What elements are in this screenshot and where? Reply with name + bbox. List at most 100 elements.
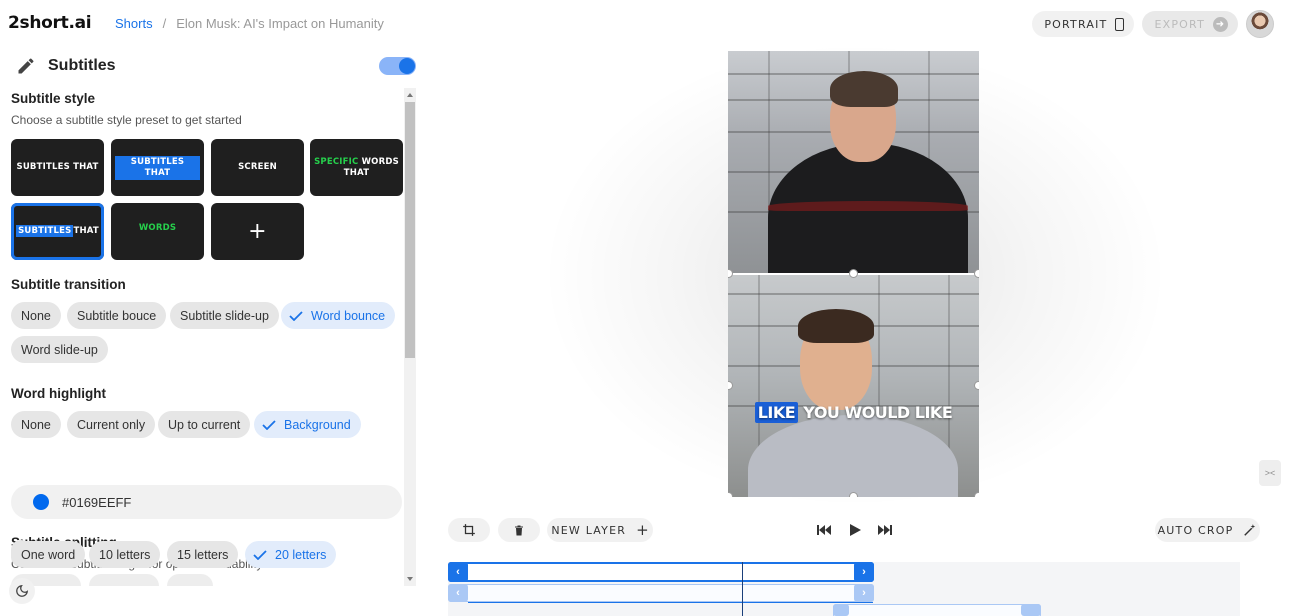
preset-6-text: WORDS — [138, 223, 177, 233]
timeline-subtitle-clip[interactable] — [833, 604, 1041, 616]
highlight-up-to-current[interactable]: Up to current — [158, 411, 251, 438]
split-one-word[interactable]: One word — [11, 541, 86, 568]
crop-button[interactable] — [448, 518, 490, 542]
transition-word-bounce-label: Word bounce — [311, 308, 386, 323]
preset-5[interactable]: SUBTITLES THAT — [11, 203, 104, 260]
skip-forward-button[interactable] — [876, 521, 894, 539]
export-label: EXPORT — [1154, 17, 1205, 31]
transition-word-slide-up[interactable]: Word slide-up — [11, 336, 108, 363]
trash-icon — [515, 525, 523, 535]
user-avatar[interactable] — [1246, 10, 1274, 38]
preset-2-text: SUBTITLES THAT — [115, 155, 200, 180]
play-button[interactable] — [846, 521, 864, 539]
timeline-track-line — [468, 602, 873, 603]
portrait-button[interactable]: PORTRAIT — [1032, 11, 1135, 37]
check-icon — [289, 310, 303, 321]
person-silhouette-2 — [748, 415, 958, 497]
playhead[interactable] — [742, 562, 743, 616]
subtitle-transition-title: Subtitle transition — [11, 277, 126, 292]
caption-highlight-word: LIKE — [754, 402, 799, 423]
track-right-handle[interactable]: › — [854, 562, 874, 582]
video-layer-top[interactable] — [728, 51, 979, 273]
preset-6[interactable]: WORDS — [111, 203, 204, 260]
highlight-background-label: Background — [284, 417, 351, 432]
caption-rest: YOU WOULD LIKE — [803, 403, 953, 422]
export-button[interactable]: EXPORT ➜ — [1142, 11, 1238, 37]
color-value: #0169EEFF — [62, 494, 132, 510]
app-logo[interactable]: 2short.ai — [8, 13, 92, 33]
arrow-right-icon: ➜ — [1213, 16, 1228, 32]
resize-handle[interactable] — [974, 492, 979, 497]
scroll-up-arrow[interactable] — [407, 93, 413, 97]
play-icon — [849, 524, 861, 536]
panel-scroll-area[interactable]: Subtitle style Choose a subtitle style p… — [0, 88, 404, 586]
breadcrumb-shorts-link[interactable]: Shorts — [115, 16, 153, 31]
preset-4-highlight: SPECIFIC — [314, 156, 359, 167]
preset-1[interactable]: SUBTITLES THAT — [11, 139, 104, 196]
resize-handle[interactable] — [849, 269, 858, 278]
phone-icon — [1115, 17, 1125, 31]
expand-side-icon[interactable]: >< — [1259, 460, 1281, 486]
crop-icon — [463, 524, 475, 536]
highlight-background[interactable]: Background — [254, 411, 361, 438]
resize-handle[interactable] — [974, 269, 979, 278]
subtitle-style-subtitle: Choose a subtitle style preset to get st… — [11, 113, 242, 127]
dark-mode-toggle[interactable] — [9, 578, 35, 604]
track-secondary-right-handle[interactable]: › — [854, 584, 874, 602]
subtitle-clip-left-handle[interactable] — [833, 604, 849, 616]
timeline-track-secondary[interactable] — [448, 584, 874, 602]
highlight-none[interactable]: None — [11, 411, 61, 438]
skip-back-icon — [817, 525, 831, 535]
highlight-color-picker[interactable]: #0169EEFF — [11, 485, 402, 519]
preset-4[interactable]: SPECIFIC WORDS THAT — [310, 139, 403, 196]
panel-scrollbar[interactable] — [404, 88, 416, 586]
timeline-track-main[interactable] — [448, 562, 874, 582]
video-layer-bottom[interactable] — [728, 275, 979, 497]
subtitle-caption[interactable]: LIKE YOU WOULD LIKE — [728, 402, 979, 423]
resize-handle[interactable] — [849, 492, 858, 497]
scrollbar-thumb[interactable] — [405, 102, 415, 358]
split-15-letters[interactable]: 15 letters — [167, 541, 239, 568]
preset-5-highlight: SUBTITLES — [16, 225, 74, 237]
breadcrumb-separator: / — [162, 16, 167, 31]
split-20-letters[interactable]: 20 letters — [245, 541, 337, 568]
split-more-chip-3[interactable] — [167, 574, 213, 586]
header-actions: PORTRAIT EXPORT ➜ — [1032, 10, 1274, 38]
split-20-letters-label: 20 letters — [275, 547, 327, 562]
skip-forward-icon — [878, 525, 892, 535]
add-preset-button[interactable]: + — [211, 203, 304, 260]
plus-icon: + — [248, 219, 267, 244]
panel-title: Subtitles — [48, 57, 116, 74]
transition-subtitle-slide-up[interactable]: Subtitle slide-up — [170, 302, 279, 329]
split-10-letters[interactable]: 10 letters — [89, 541, 161, 568]
transition-word-bounce[interactable]: Word bounce — [281, 302, 396, 329]
scroll-down-arrow[interactable] — [407, 577, 413, 581]
delete-button[interactable] — [498, 518, 540, 542]
pencil-icon — [18, 58, 34, 74]
track-secondary-left-handle[interactable]: ‹ — [448, 584, 468, 602]
subtitle-clip-right-handle[interactable] — [1021, 604, 1041, 616]
split-more-chip-2[interactable] — [89, 574, 159, 586]
track-left-handle[interactable]: ‹ — [448, 562, 468, 582]
preset-1-text: SUBTITLES THAT — [16, 162, 99, 172]
check-icon — [253, 549, 267, 560]
color-swatch[interactable] — [33, 494, 49, 510]
auto-crop-button[interactable]: AUTO CROP — [1155, 518, 1260, 542]
transition-none[interactable]: None — [11, 302, 61, 329]
skip-back-button[interactable] — [815, 521, 833, 539]
auto-crop-label: AUTO CROP — [1157, 523, 1234, 537]
subtitles-toggle[interactable] — [379, 57, 416, 75]
portrait-label: PORTRAIT — [1044, 17, 1108, 31]
panel-header: Subtitles — [16, 56, 116, 76]
scroll-fade — [0, 574, 404, 586]
highlight-current-only[interactable]: Current only — [67, 411, 156, 438]
resize-handle[interactable] — [974, 381, 979, 390]
video-preview[interactable]: LIKE YOU WOULD LIKE — [728, 51, 979, 497]
preset-5-rest: THAT — [73, 226, 99, 236]
plus-icon: + — [636, 521, 649, 539]
transition-subtitle-bounce[interactable]: Subtitle bouce — [67, 302, 167, 329]
subtitle-style-title: Subtitle style — [11, 91, 96, 106]
new-layer-button[interactable]: NEW LAYER + — [547, 518, 653, 542]
preset-2[interactable]: SUBTITLES THAT — [111, 139, 204, 196]
preset-3[interactable]: SCREEN — [211, 139, 304, 196]
